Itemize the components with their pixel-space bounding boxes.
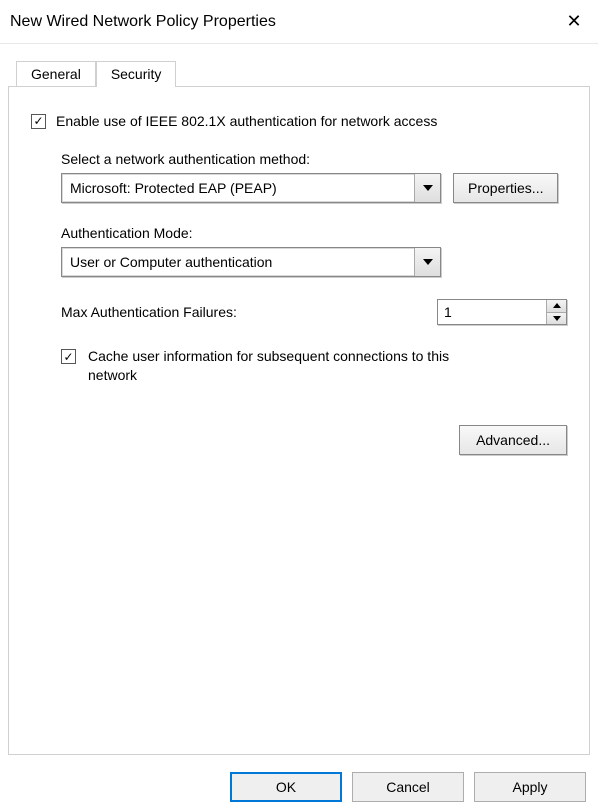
- titlebar: New Wired Network Policy Properties ✕: [0, 0, 598, 44]
- tab-general[interactable]: General: [16, 61, 96, 86]
- spinner-up-button[interactable]: [547, 300, 566, 312]
- close-button[interactable]: ✕: [550, 0, 598, 44]
- auth-mode-label: Authentication Mode:: [61, 225, 567, 241]
- chevron-up-icon: [553, 303, 561, 308]
- close-icon: ✕: [566, 11, 581, 32]
- enable-8021x-label: Enable use of IEEE 802.1X authentication…: [56, 113, 437, 129]
- security-panel: Enable use of IEEE 802.1X authentication…: [8, 86, 590, 755]
- dialog-footer: OK Cancel Apply: [0, 763, 598, 811]
- enable-8021x-checkbox[interactable]: [31, 114, 46, 129]
- auth-mode-select[interactable]: User or Computer authentication: [61, 247, 441, 277]
- apply-button[interactable]: Apply: [474, 772, 586, 802]
- cancel-button[interactable]: Cancel: [352, 772, 464, 802]
- auth-mode-dropdown-button[interactable]: [414, 248, 440, 276]
- chevron-down-icon: [553, 316, 561, 321]
- auth-method-select[interactable]: Microsoft: Protected EAP (PEAP): [61, 173, 441, 203]
- chevron-down-icon: [423, 185, 433, 191]
- auth-mode-value: User or Computer authentication: [62, 254, 414, 270]
- ok-button[interactable]: OK: [230, 772, 342, 802]
- tab-bar: General Security: [8, 54, 590, 86]
- advanced-button[interactable]: Advanced...: [459, 425, 567, 455]
- auth-method-dropdown-button[interactable]: [414, 174, 440, 202]
- chevron-down-icon: [423, 259, 433, 265]
- max-failures-spinner[interactable]: 1: [437, 299, 567, 325]
- window-title: New Wired Network Policy Properties: [10, 13, 276, 31]
- enable-8021x-row: Enable use of IEEE 802.1X authentication…: [31, 113, 567, 129]
- cache-user-info-label: Cache user information for subsequent co…: [88, 347, 488, 385]
- max-failures-value: 1: [438, 300, 546, 324]
- cache-user-info-checkbox[interactable]: [61, 349, 76, 364]
- tab-security[interactable]: Security: [96, 61, 177, 87]
- auth-method-label: Select a network authentication method:: [61, 151, 567, 167]
- auth-method-value: Microsoft: Protected EAP (PEAP): [62, 180, 414, 196]
- spinner-down-button[interactable]: [547, 312, 566, 325]
- max-failures-label: Max Authentication Failures:: [61, 304, 237, 320]
- properties-button[interactable]: Properties...: [453, 173, 558, 203]
